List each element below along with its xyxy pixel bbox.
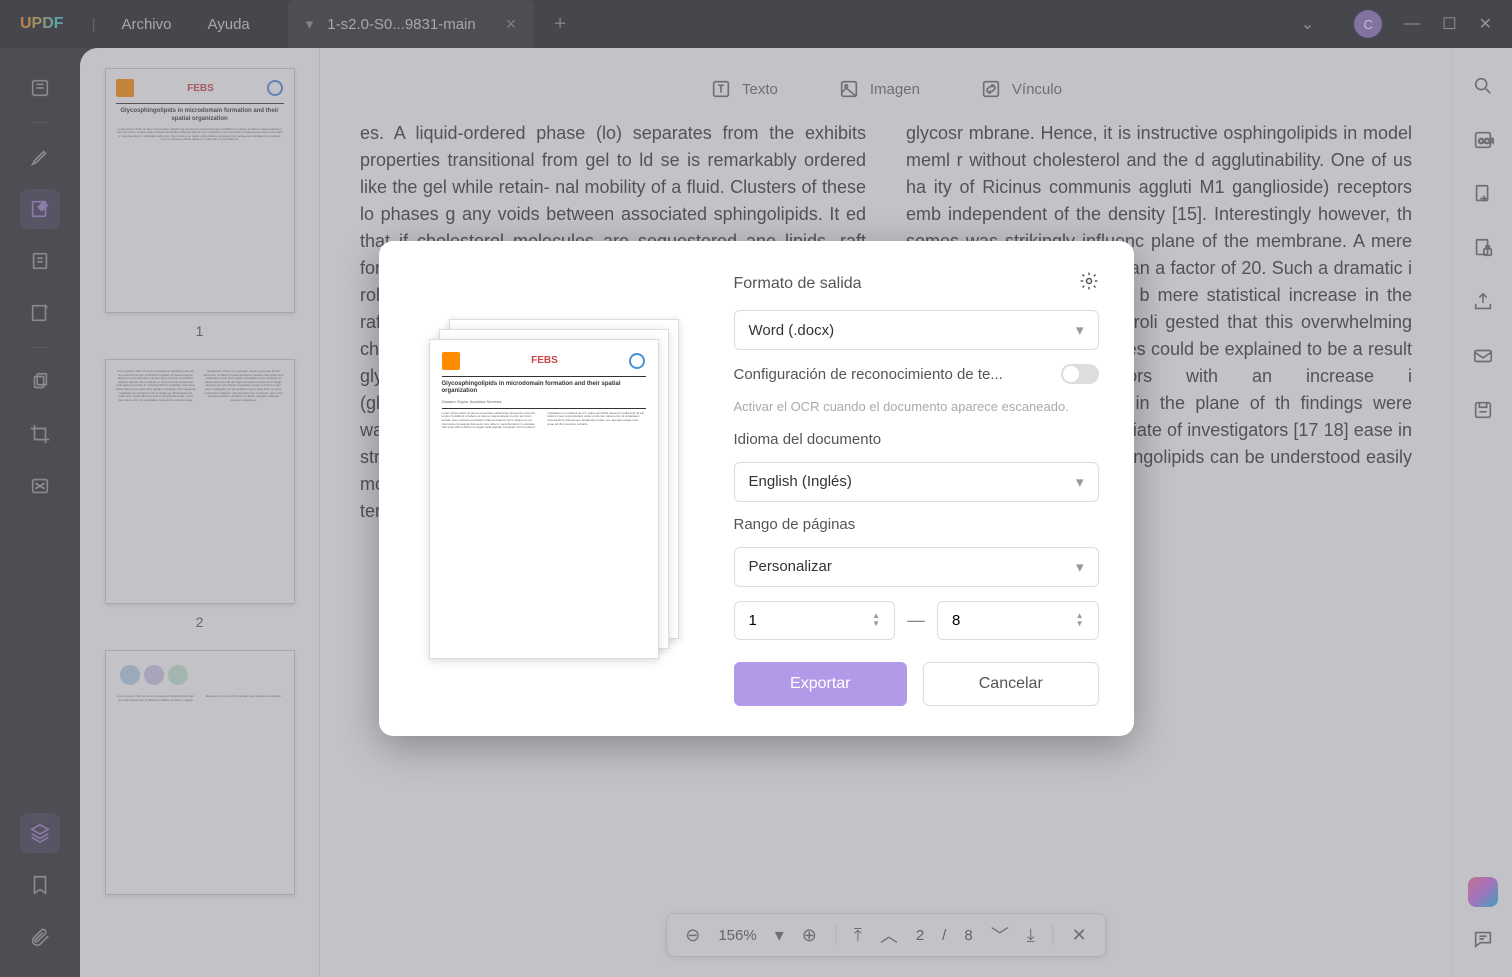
output-format-label: Formato de salida — [734, 275, 862, 293]
range-label: Rango de páginas — [734, 516, 1099, 533]
stepper-down-icon[interactable]: ▼ — [872, 620, 880, 628]
format-select[interactable]: Word (.docx)▾ — [734, 310, 1099, 350]
chevron-down-icon: ▾ — [1076, 558, 1084, 576]
ocr-label: Configuración de reconocimiento de te... — [734, 366, 1003, 383]
range-dash: — — [907, 610, 925, 631]
cancel-button[interactable]: Cancelar — [923, 662, 1099, 706]
stepper-down-icon[interactable]: ▼ — [1076, 620, 1084, 628]
chevron-down-icon: ▾ — [1076, 473, 1084, 491]
chevron-down-icon: ▾ — [1076, 321, 1084, 339]
modal-overlay: FEBS Glycosphingolipids in microdomain f… — [0, 0, 1512, 977]
settings-icon[interactable] — [1079, 271, 1099, 296]
language-label: Idioma del documento — [734, 431, 1099, 448]
modal-preview: FEBS Glycosphingolipids in microdomain f… — [414, 271, 694, 705]
range-select[interactable]: Personalizar▾ — [734, 547, 1099, 587]
export-button[interactable]: Exportar — [734, 662, 908, 706]
export-modal: FEBS Glycosphingolipids in microdomain f… — [379, 241, 1134, 735]
language-select[interactable]: English (Inglés)▾ — [734, 462, 1099, 502]
ocr-hint: Activar el OCR cuando el documento apare… — [734, 398, 1099, 416]
range-to-input[interactable]: 8 ▲▼ — [937, 601, 1099, 640]
range-from-input[interactable]: 1 ▲▼ — [734, 601, 896, 640]
ocr-toggle[interactable] — [1061, 364, 1099, 384]
